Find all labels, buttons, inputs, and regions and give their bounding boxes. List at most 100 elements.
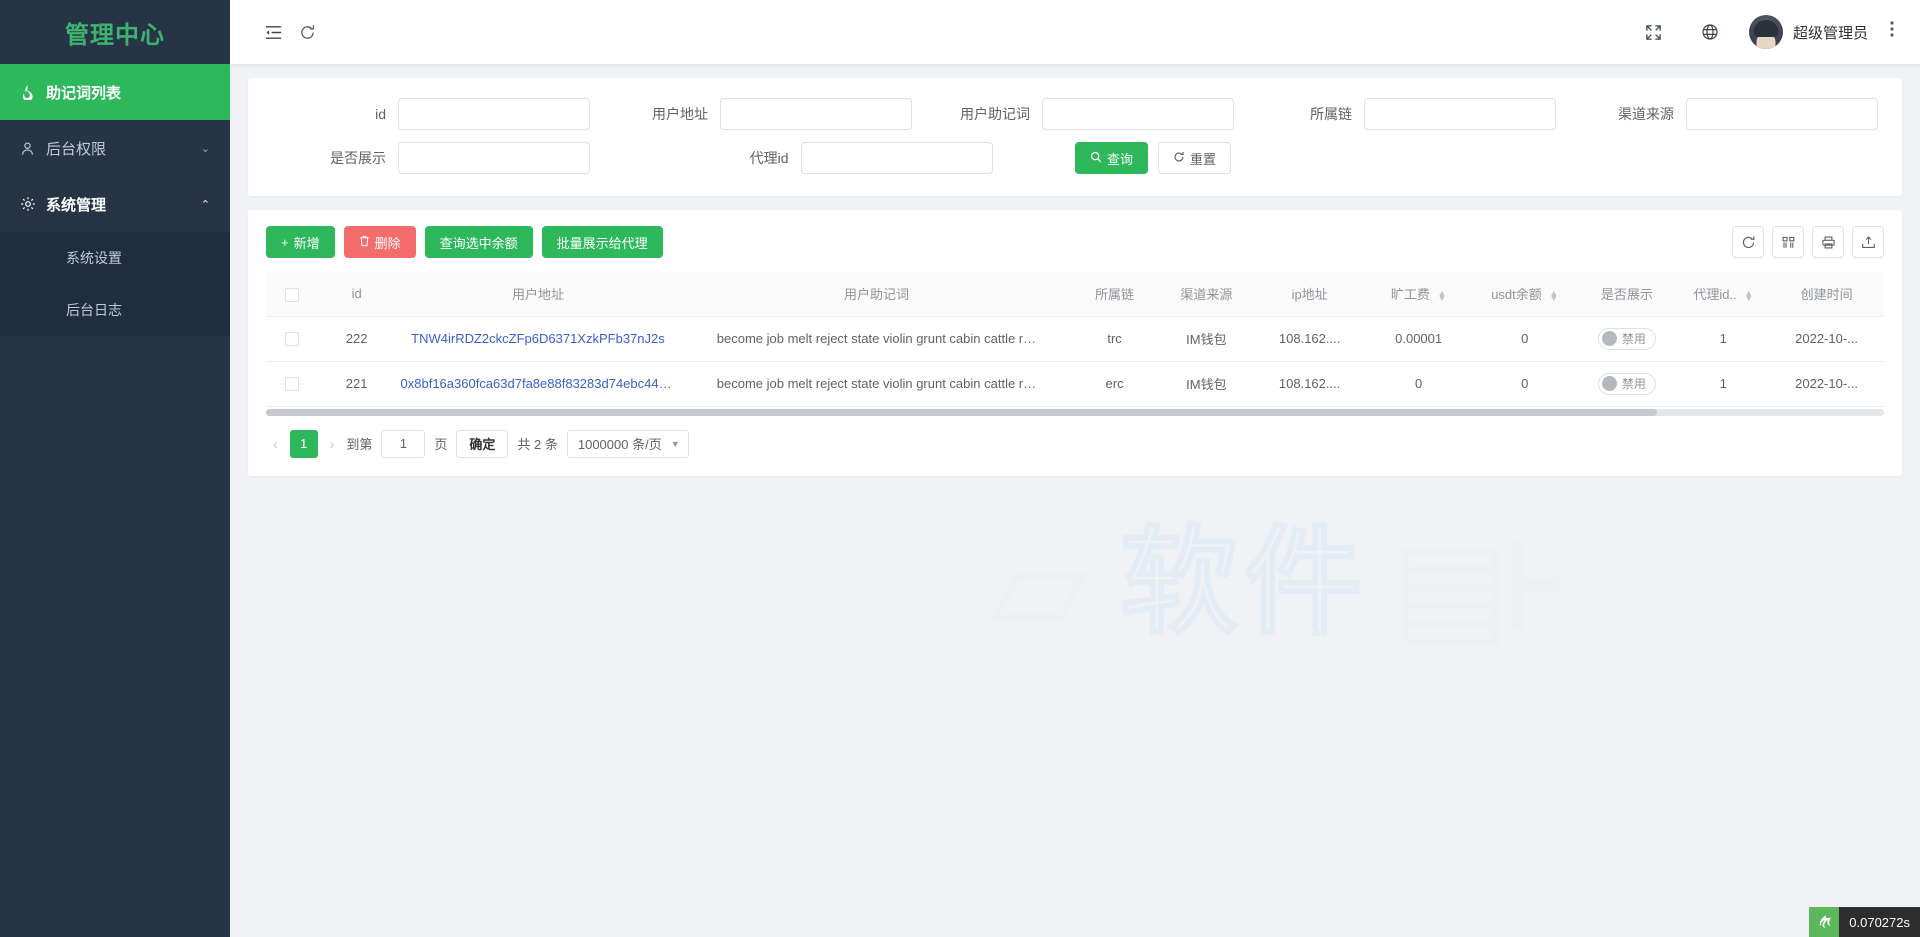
sidebar-item-mnemonic-list[interactable]: 助记词列表	[0, 64, 230, 120]
row-checkbox[interactable]	[285, 332, 299, 346]
cell-gas-fee: 0	[1364, 361, 1473, 406]
cell-agent-id: 1	[1677, 316, 1769, 361]
cell-ip: 108.162....	[1255, 316, 1364, 361]
goto-confirm-button[interactable]: 确定	[456, 430, 508, 458]
goto-page-input[interactable]	[381, 430, 425, 458]
reset-button[interactable]: 重置	[1158, 142, 1231, 174]
reset-icon	[1173, 151, 1185, 166]
select-all-checkbox[interactable]	[285, 288, 299, 302]
search-button-label: 查询	[1107, 149, 1133, 168]
sidebar-item-system-settings[interactable]: 系统设置	[0, 232, 230, 284]
table-header-select-all	[266, 272, 319, 316]
cell-usdt-balance: 0	[1473, 316, 1576, 361]
cell-address[interactable]: TNW4irRDZ2ckcZFp6D6371XzkPFb37nJ2s	[395, 316, 682, 361]
table-body: 222 TNW4irRDZ2ckcZFp6D6371XzkPFb37nJ2s b…	[266, 316, 1884, 406]
app-root: 管理中心 助记词列表 后台权限 ⌄	[0, 0, 1920, 937]
debugbar-time: 0.070272s	[1839, 915, 1920, 930]
chevron-down-icon: ⌄	[201, 142, 210, 155]
filter-input-channel[interactable]	[1686, 98, 1878, 130]
table-header-gas-fee[interactable]: 旷工费 ▲▼	[1364, 272, 1473, 316]
table-header-address: 用户地址	[395, 272, 682, 316]
globe-icon[interactable]	[1693, 15, 1727, 49]
delete-button-label: 删除	[375, 233, 401, 252]
cell-usdt-balance: 0	[1473, 361, 1576, 406]
user-name: 超级管理员	[1793, 22, 1868, 43]
filter-input-id[interactable]	[398, 98, 590, 130]
sidebar-item-system-management[interactable]: 系统管理 ⌃	[0, 176, 230, 232]
table-toolbar: + 新增 删除 查询选中余额	[266, 226, 1884, 258]
print-icon[interactable]	[1812, 226, 1844, 258]
search-button[interactable]: 查询	[1075, 142, 1148, 174]
columns-icon[interactable]	[1772, 226, 1804, 258]
refresh-icon[interactable]	[290, 15, 324, 49]
filter-input-is-show[interactable]	[398, 142, 590, 174]
is-show-toggle[interactable]: 禁用	[1598, 373, 1656, 395]
table-header-created-at: 创建时间	[1769, 272, 1884, 316]
next-page-button[interactable]: ›	[327, 436, 338, 452]
is-show-toggle[interactable]: 禁用	[1598, 328, 1656, 350]
filter-input-user-address[interactable]	[720, 98, 912, 130]
debugbar[interactable]: 0.070272s	[1809, 907, 1920, 937]
filter-input-agent-id[interactable]	[801, 142, 993, 174]
chevron-up-icon: ⌃	[201, 198, 210, 211]
row-checkbox[interactable]	[285, 377, 299, 391]
scrollbar-thumb[interactable]	[266, 409, 1657, 416]
batch-show-to-agent-button[interactable]: 批量展示给代理	[542, 226, 663, 258]
menu-collapse-icon[interactable]	[256, 15, 290, 49]
cell-created-at: 2022-10-...	[1769, 361, 1884, 406]
sidebar-submenu: 系统设置 后台日志	[0, 232, 230, 336]
filter-row-1: id 用户地址 用户助记词 所属链	[270, 98, 1880, 130]
table-header-usdt-balance[interactable]: usdt余额 ▲▼	[1473, 272, 1576, 316]
sort-icon[interactable]: ▲▼	[1549, 291, 1558, 301]
refresh-icon[interactable]	[1732, 226, 1764, 258]
sidebar-item-backend-permission[interactable]: 后台权限 ⌄	[0, 120, 230, 176]
filter-panel: id 用户地址 用户助记词 所属链	[248, 78, 1902, 196]
cell-id: 222	[319, 316, 395, 361]
page-number-1[interactable]: 1	[290, 430, 318, 458]
cell-is-show: 禁用	[1576, 361, 1677, 406]
trash-icon	[359, 235, 370, 250]
export-icon[interactable]	[1852, 226, 1884, 258]
filter-label: 代理id	[673, 148, 801, 168]
table-header-gas-fee-label: 旷工费	[1391, 287, 1430, 302]
total-count-label: 共 2 条	[517, 434, 557, 453]
cell-address[interactable]: 0x8bf16a360fca63d7fa8e88f83283d74ebc44af…	[395, 361, 682, 406]
filter-actions: 查询 重置	[1075, 142, 1478, 174]
table-header-row: id 用户地址 用户助记词 所属链 渠道来源 ip地址 旷工费 ▲▼	[266, 272, 1884, 316]
page-size-select[interactable]: 1000000 条/页 ▼	[567, 430, 689, 458]
table-header-agent-id[interactable]: 代理id.. ▲▼	[1677, 272, 1769, 316]
table-horizontal-scrollbar[interactable]	[266, 409, 1884, 416]
plus-icon: +	[281, 235, 289, 250]
search-icon	[1090, 151, 1102, 166]
sort-icon[interactable]: ▲▼	[1437, 291, 1446, 301]
query-selected-balance-button[interactable]: 查询选中余额	[425, 226, 533, 258]
avatar	[1749, 15, 1783, 49]
gear-icon	[20, 196, 46, 212]
sort-icon[interactable]: ▲▼	[1744, 291, 1753, 301]
pagination: ‹ 1 › 到第 页 确定 共 2 条 1000000 条/页 ▼	[266, 416, 1884, 464]
filter-input-chain[interactable]	[1364, 98, 1556, 130]
query-balance-label: 查询选中余额	[440, 233, 518, 252]
filter-label: 用户地址	[592, 104, 720, 124]
watermark-text: 软件	[1120, 486, 1368, 657]
table-header-channel: 渠道来源	[1158, 272, 1256, 316]
table-header-id: id	[319, 272, 395, 316]
fullscreen-icon[interactable]	[1637, 15, 1671, 49]
sidebar-item-backend-log[interactable]: 后台日志	[0, 284, 230, 336]
user-icon	[20, 141, 46, 156]
more-vertical-icon[interactable]	[1890, 20, 1894, 44]
prev-page-button[interactable]: ‹	[270, 436, 281, 452]
filter-input-mnemonic[interactable]	[1042, 98, 1234, 130]
user-menu[interactable]: 超级管理员	[1749, 15, 1868, 49]
cell-chain: trc	[1072, 316, 1158, 361]
table-row[interactable]: 221 0x8bf16a360fca63d7fa8e88f83283d74ebc…	[266, 361, 1884, 406]
add-button[interactable]: + 新增	[266, 226, 335, 258]
debugbar-logo-icon	[1809, 907, 1839, 937]
filter-label: 所属链	[1236, 104, 1364, 124]
row-select-cell	[266, 361, 319, 406]
filter-label: 用户助记词	[914, 104, 1042, 124]
content-area: ▱ 软件 ▤ ⊦ id 用户地址 用户助记词	[230, 64, 1920, 937]
delete-button[interactable]: 删除	[344, 226, 416, 258]
table-row[interactable]: 222 TNW4irRDZ2ckcZFp6D6371XzkPFb37nJ2s b…	[266, 316, 1884, 361]
toolbar-actions-left: + 新增 删除 查询选中余额	[266, 226, 663, 258]
